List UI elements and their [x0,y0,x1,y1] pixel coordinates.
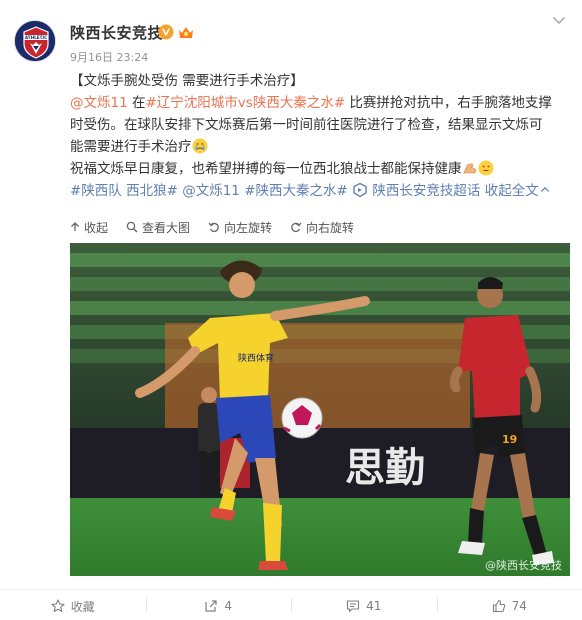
topic-link[interactable]: #陕西大秦之水# [244,183,348,199]
collapse-link[interactable]: 收起全文 [485,183,539,199]
smile-emoji-icon [478,160,493,176]
post-line-3: 时受伤。在球队安排下文烁赛后第一时间前往医院进行了检查，结果显示文烁可 [70,117,543,133]
repost-button[interactable]: 4 [145,592,292,620]
like-count: 74 [511,599,527,613]
arrow-up-icon [71,222,79,231]
post-line-5: 祝福文烁早日康复，也希望拼搏的每一位西北狼战士都能保持健康 [70,158,570,180]
muscle-emoji-icon [463,163,476,174]
action-divider [0,589,582,590]
avatar-logo-text: ATHLETIC [25,35,47,40]
away-jersey-number: 19 [502,433,517,446]
collapse-image-label: 收起 [84,220,109,235]
post-line-2: @文烁11 在#辽宁沈阳城市vs陕西大秦之水# 比赛拼抢对抗中，右手腕落地支撑 [70,92,570,114]
super-topic-link[interactable]: 陕西长安竞技超话 [372,183,480,199]
football [281,397,323,439]
rotate-right-icon [291,222,302,233]
more-icon[interactable] [552,16,566,26]
repost-icon [205,600,218,612]
favorite-button[interactable]: 收藏 [0,592,146,620]
post-line-4: 能需要进行手术治疗 [70,136,570,158]
mention-link[interactable]: @文烁11 [70,95,128,111]
crying-emoji-icon [192,138,207,154]
post-line-6: #陕西队 西北狼# @文烁11 #陕西大秦之水# 陕西长安竞技超话 收起全文 [70,180,570,202]
account-name[interactable]: 陕西长安竞技 [70,22,163,43]
verified-icon [158,24,174,40]
match-photo: 思勤 陕西体育 19 @陕西长安竞技 [70,243,570,576]
post-photo[interactable]: 思勤 陕西体育 19 @陕西长安竞技 [70,243,570,576]
image-toolbar: 收起 查看大图 向左旋转 向右旋转 [70,215,560,239]
photo-watermark: @陕西长安竞技 [485,558,562,572]
vip-badge-icon[interactable] [177,26,195,40]
mention-link[interactable]: @文烁11 [182,183,240,199]
ad-board-text: 思勤 [345,445,425,491]
favorite-label: 收藏 [70,599,95,614]
zoom-icon [126,221,138,233]
post-header: ATHLETIC 陕西长安竞技 9月16日 23:24 [0,0,582,70]
star-icon [51,599,65,613]
collapse-image-button[interactable]: 收起 [70,219,108,236]
rotate-left-button[interactable]: 向左旋转 [208,219,272,236]
rotate-left-icon [208,222,219,233]
post-text-fragment: 能需要进行手术治疗 [70,139,192,155]
collapse-icon[interactable] [539,184,551,196]
super-topic-icon [353,182,367,198]
topic-link[interactable]: #陕西队 西北狼# [70,183,178,199]
rotate-right-button[interactable]: 向右旋转 [290,219,354,236]
view-large-button[interactable]: 查看大图 [126,219,190,236]
post-text-fragment: 比赛拼抢对抗中，右手腕落地支撑 [345,95,552,111]
comment-button[interactable]: 41 [291,592,437,620]
post-time[interactable]: 9月16日 23:24 [70,49,148,65]
repost-count: 4 [224,599,233,613]
like-button[interactable]: 74 [436,592,582,620]
rotate-left-label: 向左旋转 [224,220,273,235]
action-bar: 收藏 4 41 74 [0,592,582,620]
thumb-up-icon [492,599,505,613]
view-large-label: 查看大图 [142,220,191,235]
team-logo-icon: ATHLETIC [15,21,55,61]
post-content: 【文烁手腕处受伤 需要进行手术治疗】 @文烁11 在#辽宁沈阳城市vs陕西大秦之… [70,70,570,202]
rotate-right-label: 向右旋转 [306,220,355,235]
post-title: 【文烁手腕处受伤 需要进行手术治疗】 [70,73,304,89]
post-text-fragment: 祝福文烁早日康复，也希望拼搏的每一位西北狼战士都能保持健康 [70,161,462,177]
topic-link[interactable]: #辽宁沈阳城市vs陕西大秦之水# [145,95,345,111]
comment-count: 41 [366,599,382,613]
comment-icon [347,600,360,613]
post-text-fragment: 在 [127,95,146,111]
home-chest-text: 陕西体育 [238,352,274,364]
avatar[interactable]: ATHLETIC [14,20,56,62]
